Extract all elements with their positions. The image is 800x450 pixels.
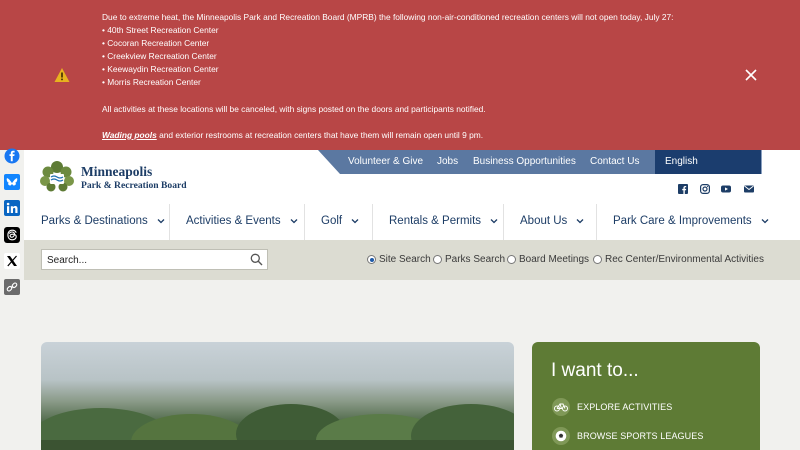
alert-pools-note: and exterior restrooms at recreation cen… [156,129,484,140]
bluesky-icon[interactable] [2,172,22,192]
wading-pools-link[interactable]: Wading pools [102,130,157,140]
nav-label: Rentals & Permits [389,215,482,227]
nav-golf[interactable]: Golf [321,215,359,227]
chevron-down-icon [576,219,584,224]
list-item: • Keewaydin Recreation Center [102,64,219,75]
search-icon[interactable] [250,253,263,266]
nav-park-care[interactable]: Park Care & Improvements [613,215,769,227]
radio-site-search[interactable]: Site Search [367,254,431,265]
nav-divider [503,204,504,240]
radio-button-selected[interactable] [367,255,376,264]
language-selector[interactable]: English [655,150,762,174]
logo-tree-icon[interactable] [39,159,75,195]
youtube-icon[interactable] [721,184,731,194]
nav-divider [596,204,597,240]
facebook-icon[interactable] [678,184,688,194]
utility-link-contact[interactable]: Contact Us [590,156,639,167]
nav-divider [372,204,373,240]
radio-parks-search[interactable]: Parks Search [433,254,505,265]
radio-button[interactable] [433,255,442,264]
logo-subtitle[interactable]: Park & Recreation Board [81,180,187,191]
list-item: • Creekview Recreation Center [102,51,217,62]
hero-park-photo [41,404,514,450]
radio-label: Rec Center/Environmental Activities [605,254,764,265]
alert-center-list: • 40th Street Recreation Center • Cocora… [102,24,722,89]
search-bar: Site Search Parks Search Board Meetings … [24,240,800,280]
search-box [41,249,268,270]
i-want-to-panel: I want to... EXPLORE ACTIVITIES BROWSE S… [532,342,760,450]
soccer-ball-icon [552,427,570,445]
alert-message: Due to extreme heat, the Minneapolis Par… [102,11,722,142]
alert-intro: Due to extreme heat, the Minneapolis Par… [102,12,674,22]
radio-board-meetings[interactable]: Board Meetings [507,254,589,265]
radio-button[interactable] [507,255,516,264]
radio-label: Site Search [379,254,431,265]
utility-link-business[interactable]: Business Opportunities [473,156,576,167]
close-icon[interactable] [744,68,758,82]
utility-link-volunteer[interactable]: Volunteer & Give [348,156,423,167]
chevron-down-icon [157,219,165,224]
nav-divider [304,204,305,240]
list-item: • Cocoran Recreation Center [102,38,210,49]
linkedin-icon[interactable] [2,198,22,218]
alert-activities-note: All activities at these locations will b… [102,103,486,114]
link-label: EXPLORE ACTIVITIES [577,402,673,412]
site-header: Minneapolis Park & Recreation Board Volu… [24,150,800,240]
share-rail [2,146,24,303]
nav-about-us[interactable]: About Us [520,215,584,227]
radio-label: Parks Search [445,254,506,265]
nav-parks-destinations[interactable]: Parks & Destinations [41,215,165,227]
utility-link-jobs[interactable]: Jobs [437,156,458,167]
threads-icon[interactable] [2,225,22,245]
logo-name[interactable]: Minneapolis [81,164,152,180]
search-input[interactable] [42,251,242,270]
nav-label: About Us [520,215,568,227]
nav-rentals-permits[interactable]: Rentals & Permits [389,215,498,227]
email-icon[interactable] [744,184,754,194]
list-item: • 40th Street Recreation Center [102,25,219,36]
chevron-down-icon [290,219,298,224]
chevron-down-icon [490,219,498,224]
radio-label: Board Meetings [519,254,590,265]
list-item: • Morris Recreation Center [102,77,201,88]
chevron-down-icon [351,219,359,224]
copy-link-icon[interactable] [2,277,22,297]
nav-divider [169,204,170,240]
nav-label: Park Care & Improvements [613,215,752,227]
hero-image [41,342,514,450]
nav-label: Parks & Destinations [41,215,148,227]
panel-title: I want to... [551,360,639,381]
chevron-down-icon [761,219,769,224]
main-nav: Parks & Destinations Activities & Events… [24,204,800,240]
instagram-icon[interactable] [700,184,710,194]
warning-icon [54,68,70,82]
alert-pools-paragraph: Wading pools and exterior restrooms at r… [102,129,722,142]
x-icon[interactable] [2,251,22,271]
nav-label: Golf [321,215,343,227]
bicycle-icon [552,398,570,416]
nav-activities-events[interactable]: Activities & Events [186,215,298,227]
link-label: BROWSE SPORTS LEAGUES [577,431,704,441]
radio-button[interactable] [593,255,602,264]
browse-sports-leagues-link[interactable]: BROWSE SPORTS LEAGUES [552,427,703,445]
nav-label: Activities & Events [186,215,281,227]
language-label: English [665,156,698,167]
radio-rec-center-activities[interactable]: Rec Center/Environmental Activities [593,254,764,265]
heat-alert-banner: Due to extreme heat, the Minneapolis Par… [0,0,800,150]
facebook-icon[interactable] [2,146,22,166]
explore-activities-link[interactable]: EXPLORE ACTIVITIES [552,398,672,416]
